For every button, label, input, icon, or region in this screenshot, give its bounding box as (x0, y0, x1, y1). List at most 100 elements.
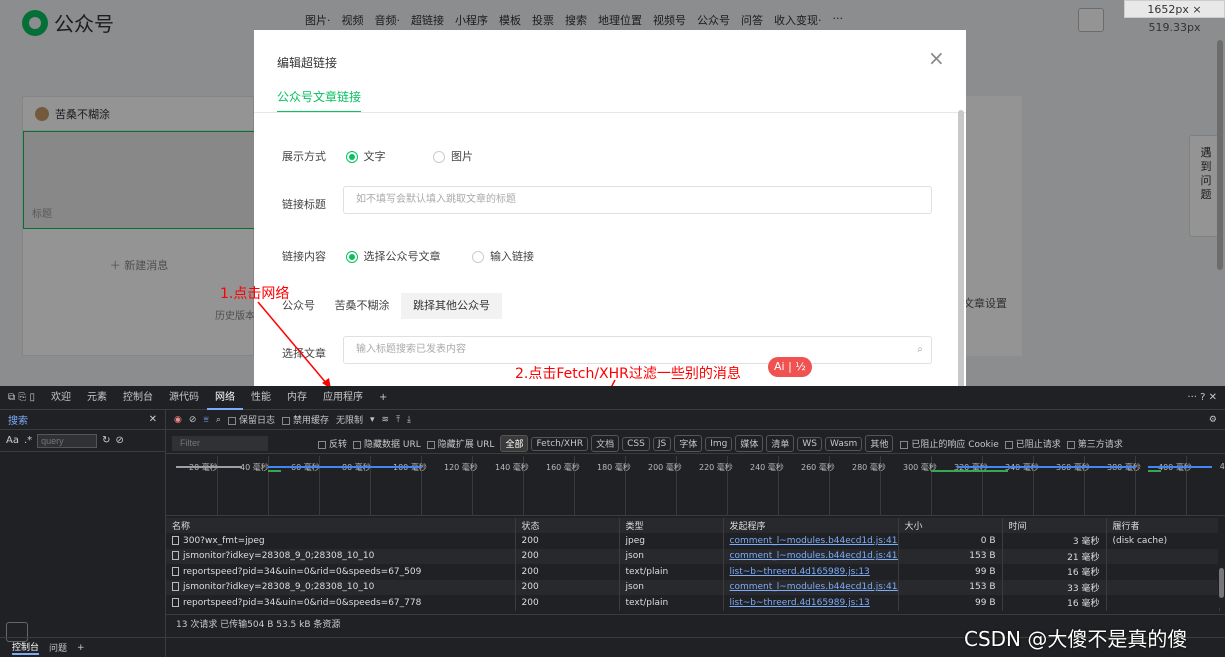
request-size: 153 B (898, 579, 1003, 595)
col-time[interactable]: 时间 (1002, 518, 1107, 533)
request-fulfilled (1106, 564, 1220, 580)
request-type: json (619, 548, 724, 564)
close-search-icon[interactable]: ✕ (149, 414, 157, 425)
filter-ws[interactable]: WS (797, 436, 823, 451)
timeline-tick-label: 220 毫秒 (699, 463, 733, 472)
filter-wasm[interactable]: Wasm (825, 436, 863, 451)
search-panel: 搜索 ✕ Aa .* ↻ ⊘ (0, 410, 166, 657)
col-name[interactable]: 名称 (166, 518, 516, 533)
request-initiator[interactable]: comment_l~modules.b44ecd1d.js:413 (723, 533, 899, 549)
request-type: json (619, 579, 724, 595)
table-scrollbar[interactable] (1218, 518, 1225, 608)
devtools-tabbar: ⧉ ⎘ ▯ 欢迎 元素 控制台 源代码 网络 性能 内存 应用程序 + ··· … (0, 386, 1225, 410)
checkbox-icon (900, 440, 909, 449)
hide-ext-urls-label: 隐藏扩展 URL (437, 440, 495, 450)
search-panel-header: 搜索 ✕ (0, 410, 165, 430)
more-icon[interactable]: ··· ? ✕ (1179, 386, 1225, 410)
third-party-checkbox[interactable]: 第三方请求 (1066, 437, 1123, 450)
import-icon[interactable]: ⤒ (396, 415, 400, 425)
settings-gear-icon[interactable]: ⚙ (1209, 415, 1217, 425)
record-icon[interactable]: ◉ (174, 415, 182, 425)
tab-performance[interactable]: 性能 (243, 386, 279, 410)
waterfall-bar (931, 470, 1008, 472)
search-icon[interactable]: ⌕ (216, 415, 221, 425)
match-case-toggle[interactable]: Aa (6, 435, 19, 446)
clear-icon[interactable]: ⊘ (116, 435, 124, 446)
timeline-tick-label: 180 毫秒 (597, 463, 631, 472)
request-initiator[interactable]: list~b~threerd.4d165989.js:13 (723, 564, 899, 580)
regex-toggle[interactable]: .* (24, 435, 32, 446)
blocked-cookies-checkbox[interactable]: 已阻止的响应 Cookie (900, 437, 999, 450)
chevron-down-icon[interactable]: ▾ (370, 415, 375, 425)
hide-data-urls-checkbox[interactable]: 隐藏数据 URL (353, 437, 421, 450)
col-status[interactable]: 状态 (515, 518, 620, 533)
checkbox-icon (426, 440, 435, 449)
request-fulfilled (1106, 595, 1220, 611)
col-initiator[interactable]: 发起程序 (723, 518, 899, 533)
tab-network[interactable]: 网络 (207, 386, 244, 410)
col-type[interactable]: 类型 (619, 518, 724, 533)
table-row[interactable]: jsmonitor?idkey=28308_9_0;28308_10_10 20… (166, 548, 1220, 564)
table-scrollbar-thumb[interactable] (1219, 568, 1224, 598)
request-time: 16 毫秒 (1002, 564, 1107, 580)
filter-other[interactable]: 其他 (865, 435, 894, 452)
drawer-add-tab[interactable]: + (77, 643, 85, 653)
filter-input[interactable] (172, 436, 268, 451)
filter-doc[interactable]: 文档 (591, 435, 620, 452)
network-filter-bar: 反转 隐藏数据 URL 隐藏扩展 URL 全部 Fetch/XHR 文档 CSS… (166, 434, 1225, 454)
wifi-icon[interactable]: ≋ (382, 415, 390, 425)
drawer-tab-issues[interactable]: 问题 (49, 641, 67, 654)
table-row[interactable]: reportspeed?pid=34&uin=0&rid=0&speeds=67… (166, 595, 1220, 611)
filter-fetch-xhr[interactable]: Fetch/XHR (531, 436, 589, 451)
add-tab-button[interactable]: + (371, 386, 395, 410)
invert-checkbox[interactable]: 反转 (318, 437, 347, 450)
search-query-input[interactable] (37, 433, 98, 448)
col-size[interactable]: 大小 (898, 518, 1003, 533)
tab-welcome[interactable]: 欢迎 (43, 386, 79, 410)
blocked-cookies-label: 已阻止的响应 Cookie (911, 440, 999, 450)
blocked-requests-checkbox[interactable]: 已阻止请求 (1004, 437, 1061, 450)
refresh-icon[interactable]: ↻ (102, 435, 110, 446)
table-header-row: 名称 状态 类型 发起程序 大小 时间 履行者 (166, 518, 1220, 533)
tab-console[interactable]: 控制台 (115, 386, 161, 410)
disable-cache-label: 禁用缓存 (292, 416, 329, 426)
filter-js[interactable]: JS (652, 436, 672, 451)
file-icon (172, 535, 179, 545)
drawer-tab-console[interactable]: 控制台 (12, 640, 40, 655)
tab-application[interactable]: 应用程序 (315, 386, 371, 410)
table-row[interactable]: 300?wx_fmt=jpeg 200 jpeg comment_l~modul… (166, 533, 1220, 549)
filter-manifest[interactable]: 清单 (766, 435, 795, 452)
request-name: 300?wx_fmt=jpeg (183, 535, 265, 546)
network-timeline-overview[interactable]: 20 毫秒40 毫秒60 毫秒80 毫秒100 毫秒120 毫秒140 毫秒16… (166, 456, 1225, 516)
tab-sources[interactable]: 源代码 (161, 386, 207, 410)
table-row[interactable]: jsmonitor?idkey=28308_9_0;28308_10_10 20… (166, 579, 1220, 595)
export-icon[interactable]: ⤓ (407, 415, 411, 425)
preserve-log-checkbox[interactable]: 保留日志 (227, 413, 275, 426)
tab-memory[interactable]: 内存 (279, 386, 315, 410)
timeline-tick-label: 300 毫秒 (903, 463, 937, 472)
blocked-requests-label: 已阻止请求 (1015, 440, 1061, 450)
timeline-tick-label: 280 毫秒 (852, 463, 886, 472)
timeline-tick-label: 240 毫秒 (750, 463, 784, 472)
disable-cache-checkbox[interactable]: 禁用缓存 (281, 413, 329, 426)
filter-font[interactable]: 字体 (674, 435, 703, 452)
filter-css[interactable]: CSS (622, 436, 650, 451)
request-initiator[interactable]: list~b~threerd.4d165989.js:13 (723, 595, 899, 611)
request-initiator[interactable]: comment_l~modules.b44ecd1d.js:413 (723, 579, 899, 595)
filter-all[interactable]: 全部 (500, 435, 529, 452)
tab-elements[interactable]: 元素 (79, 386, 115, 410)
file-icon (172, 597, 179, 607)
request-size: 99 B (898, 595, 1003, 611)
request-status: 200 (515, 533, 620, 549)
filter-icon[interactable]: ⩸ (203, 415, 208, 425)
filter-media[interactable]: 媒体 (735, 435, 764, 452)
hide-ext-urls-checkbox[interactable]: 隐藏扩展 URL (426, 437, 495, 450)
filter-img[interactable]: Img (705, 436, 733, 451)
checkbox-icon (281, 416, 290, 425)
clear-log-icon[interactable]: ⊘ (189, 415, 197, 425)
request-initiator[interactable]: comment_l~modules.b44ecd1d.js:413 (723, 548, 899, 564)
throttle-select[interactable]: 无限制 (336, 413, 363, 426)
table-row[interactable]: reportspeed?pid=34&uin=0&rid=0&speeds=67… (166, 564, 1220, 580)
col-fulfilled-by[interactable]: 履行者 (1106, 518, 1220, 533)
device-toolbar-icon[interactable]: ⧉ ⎘ ▯ (0, 386, 43, 410)
